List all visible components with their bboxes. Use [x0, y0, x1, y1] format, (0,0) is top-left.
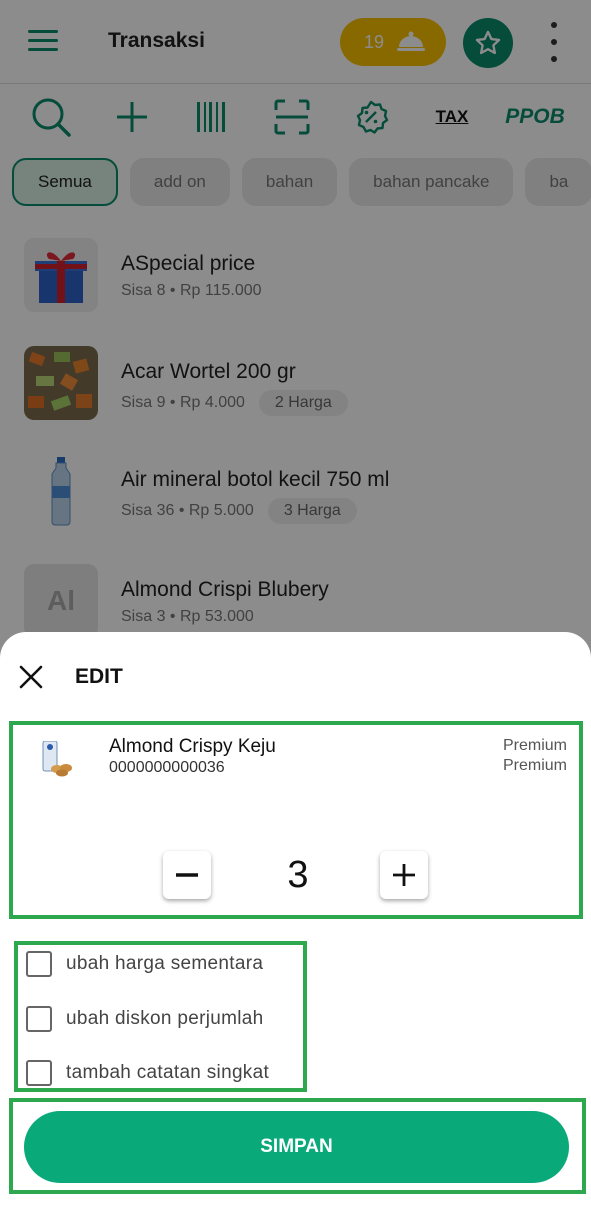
edit-options: ubah harga sementara ubah diskon perjuml…: [14, 941, 307, 1092]
minus-icon: [176, 873, 198, 877]
checkbox[interactable]: [26, 1060, 52, 1086]
save-button[interactable]: SIMPAN: [24, 1111, 569, 1183]
option-add-note[interactable]: tambah catatan singkat: [26, 1058, 269, 1088]
option-label: ubah harga sementara: [66, 953, 264, 974]
edit-bottom-sheet: EDIT Almond Crispy Keju 0000000000036 Pr…: [0, 632, 591, 1207]
close-icon[interactable]: [18, 664, 44, 690]
sheet-title: EDIT: [75, 665, 123, 688]
product-thumbnail: [42, 741, 72, 777]
plus-icon: [393, 864, 415, 886]
option-change-price[interactable]: ubah harga sementara: [26, 949, 263, 979]
item-code: 0000000000036: [109, 759, 225, 776]
option-label: ubah diskon perjumlah: [66, 1008, 264, 1029]
save-area: SIMPAN: [9, 1098, 586, 1194]
checkbox[interactable]: [26, 951, 52, 977]
option-change-discount[interactable]: ubah diskon perjumlah: [26, 1004, 263, 1034]
item-name: Almond Crispy Keju: [109, 736, 276, 757]
decrease-quantity-button[interactable]: [163, 851, 211, 899]
increase-quantity-button[interactable]: [380, 851, 428, 899]
price-tier-value: Premium: [502, 757, 567, 774]
checkbox[interactable]: [26, 1006, 52, 1032]
option-label: tambah catatan singkat: [66, 1062, 270, 1083]
item-card: Almond Crispy Keju 0000000000036 Premium…: [9, 721, 583, 919]
price-tier-label: Premium: [502, 737, 567, 754]
quantity-value[interactable]: 3: [273, 851, 323, 899]
